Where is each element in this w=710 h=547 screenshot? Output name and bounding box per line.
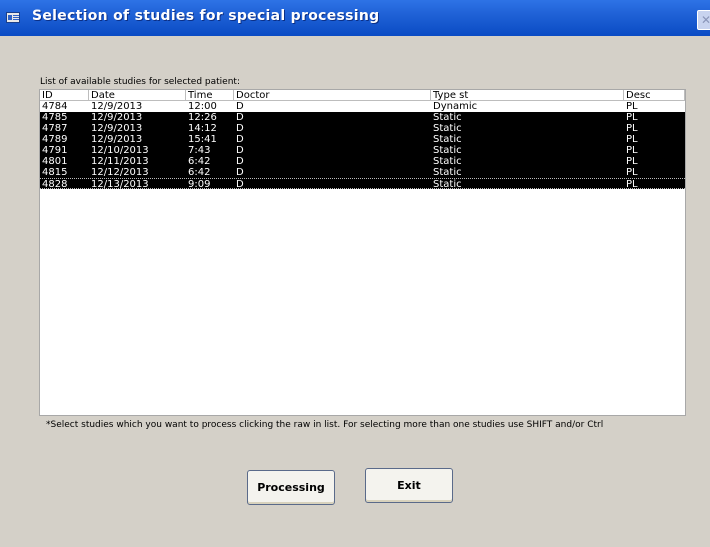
list-label: List of available studies for selected p…	[40, 77, 240, 87]
cell-id: 4785	[42, 112, 68, 123]
column-header-time: Time	[186, 90, 234, 101]
cell-date: 12/11/2013	[91, 156, 149, 167]
selection-hint: *Select studies which you want to proces…	[46, 420, 604, 430]
cell-date: 12/13/2013	[91, 179, 149, 190]
processing-button[interactable]: Processing	[247, 470, 335, 505]
list-row[interactable]: 4828 12/13/2013 9:09 D Static PL	[40, 178, 685, 190]
cell-type: Static	[433, 123, 462, 134]
list-row[interactable]: 4784 12/9/2013 12:00 D Dynamic PL	[40, 101, 685, 112]
cell-type: Static	[433, 134, 462, 145]
cell-desc: PL	[626, 101, 638, 112]
cell-time: 6:42	[188, 167, 211, 178]
column-header-type: Type st	[431, 90, 624, 101]
cell-type: Static	[433, 145, 462, 156]
cell-date: 12/9/2013	[91, 134, 143, 145]
cell-desc: PL	[626, 167, 638, 178]
cell-doctor: D	[236, 134, 244, 145]
cell-desc: PL	[626, 145, 638, 156]
dialog-window: Selection of studies for special process…	[0, 0, 710, 547]
cell-type: Static	[433, 179, 462, 190]
cell-time: 12:00	[188, 101, 217, 112]
cell-type: Static	[433, 156, 462, 167]
column-header-doctor: Doctor	[234, 90, 431, 101]
window-title: Selection of studies for special process…	[32, 8, 380, 24]
list-row[interactable]: 4815 12/12/2013 6:42 D Static PL	[40, 167, 685, 178]
cell-doctor: D	[236, 145, 244, 156]
cell-desc: PL	[626, 112, 638, 123]
cell-date: 12/9/2013	[91, 101, 143, 112]
cell-date: 12/9/2013	[91, 123, 143, 134]
cell-desc: PL	[626, 156, 638, 167]
form-icon	[6, 12, 20, 23]
cell-doctor: D	[236, 112, 244, 123]
title-bar[interactable]: Selection of studies for special process…	[0, 0, 710, 36]
cell-time: 6:42	[188, 156, 211, 167]
cell-id: 4791	[42, 145, 68, 156]
cell-date: 12/12/2013	[91, 167, 149, 178]
cell-date: 12/10/2013	[91, 145, 149, 156]
list-row[interactable]: 4801 12/11/2013 6:42 D Static PL	[40, 156, 685, 167]
cell-time: 7:43	[188, 145, 211, 156]
column-header-date: Date	[89, 90, 186, 101]
cell-type: Static	[433, 112, 462, 123]
list-header: ID Date Time Doctor Type st Desc	[40, 90, 685, 101]
cell-doctor: D	[236, 167, 244, 178]
list-row[interactable]: 4789 12/9/2013 15:41 D Static PL	[40, 134, 685, 145]
cell-date: 12/9/2013	[91, 112, 143, 123]
cell-doctor: D	[236, 101, 244, 112]
cell-id: 4787	[42, 123, 68, 134]
studies-listbox[interactable]: ID Date Time Doctor Type st Desc 4784 12/…	[39, 89, 686, 416]
cell-desc: PL	[626, 179, 638, 190]
list-row[interactable]: 4791 12/10/2013 7:43 D Static PL	[40, 145, 685, 156]
cell-id: 4784	[42, 101, 68, 112]
cell-desc: PL	[626, 123, 638, 134]
column-header-desc: Desc	[624, 90, 685, 101]
cell-id: 4828	[42, 179, 68, 190]
cell-time: 14:12	[188, 123, 217, 134]
cell-id: 4789	[42, 134, 68, 145]
cell-type: Dynamic	[433, 101, 478, 112]
cell-time: 15:41	[188, 134, 217, 145]
close-button[interactable]: ✕	[697, 10, 710, 30]
exit-button[interactable]: Exit	[365, 468, 453, 503]
cell-doctor: D	[236, 179, 244, 190]
column-header-id: ID	[40, 90, 89, 101]
cell-doctor: D	[236, 123, 244, 134]
list-row[interactable]: 4785 12/9/2013 12:26 D Static PL	[40, 112, 685, 123]
cell-id: 4801	[42, 156, 68, 167]
cell-desc: PL	[626, 134, 638, 145]
cell-id: 4815	[42, 167, 68, 178]
cell-time: 12:26	[188, 112, 217, 123]
cell-type: Static	[433, 167, 462, 178]
list-row[interactable]: 4787 12/9/2013 14:12 D Static PL	[40, 123, 685, 134]
cell-time: 9:09	[188, 179, 211, 190]
cell-doctor: D	[236, 156, 244, 167]
